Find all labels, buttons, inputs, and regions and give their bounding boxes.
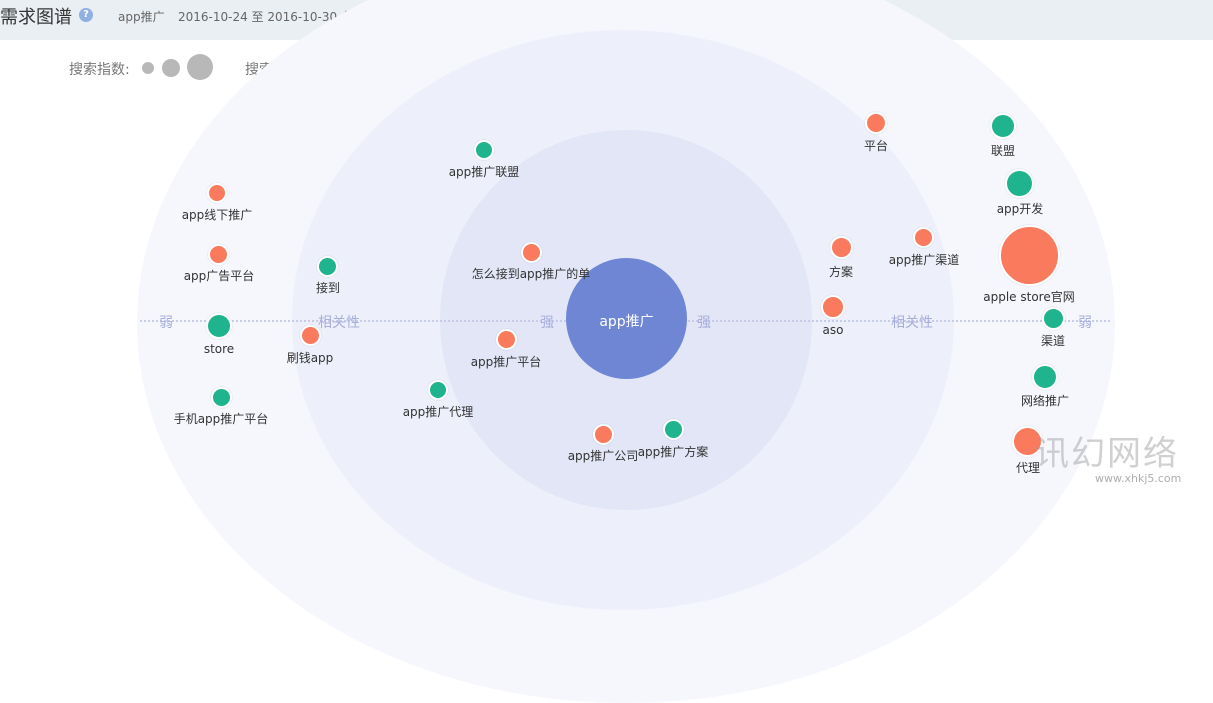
node-label: 怎么接到app推广的单 bbox=[471, 267, 591, 281]
axis-left-weak: 弱 bbox=[159, 315, 173, 331]
center-keyword-label: app推广 bbox=[599, 314, 654, 330]
keyword-label: app推广 bbox=[118, 10, 165, 24]
node-brush-money-app[interactable] bbox=[300, 325, 321, 346]
node-mobile-app-promo-platform[interactable] bbox=[211, 387, 232, 408]
node-app-development[interactable] bbox=[1005, 169, 1034, 198]
watermark-url: www.xhkj5.com bbox=[1095, 472, 1182, 485]
node-label: 联盟 bbox=[990, 144, 1015, 158]
node-label: app推广平台 bbox=[470, 355, 542, 369]
index-large-icon bbox=[187, 54, 213, 80]
node-label: 渠道 bbox=[1040, 334, 1065, 348]
node-app-promo-platform[interactable] bbox=[496, 329, 517, 350]
axis-right-weak: 弱 bbox=[1078, 315, 1092, 331]
node-app-promo-agent[interactable] bbox=[428, 380, 448, 400]
node-aso[interactable] bbox=[821, 295, 845, 319]
node-label: aso bbox=[822, 323, 844, 337]
node-how-to-get-orders[interactable] bbox=[521, 242, 542, 263]
help-icon[interactable]: ? bbox=[79, 8, 93, 22]
watermark-logo: 讯幻网络 bbox=[1035, 434, 1179, 474]
node-label: app推广代理 bbox=[402, 405, 474, 419]
node-label: app推广联盟 bbox=[448, 165, 520, 179]
node-label: 刷钱app bbox=[286, 351, 334, 365]
node-label: app推广方案 bbox=[637, 445, 709, 459]
axis-left-relevance: 相关性 bbox=[318, 315, 360, 331]
node-app-offline-promo[interactable] bbox=[207, 183, 227, 203]
node-apple-store-official[interactable] bbox=[999, 225, 1060, 286]
node-app-promo-alliance[interactable] bbox=[474, 140, 494, 160]
node-app-promo-channel[interactable] bbox=[913, 227, 934, 248]
node-app-promo-company[interactable] bbox=[593, 424, 614, 445]
node-label: app开发 bbox=[996, 202, 1044, 216]
axis-right-strong: 强 bbox=[697, 315, 711, 331]
search-index-legend-label: 搜索指数: bbox=[69, 62, 130, 78]
node-label: 手机app推广平台 bbox=[173, 412, 269, 426]
node-channel[interactable] bbox=[1042, 307, 1065, 330]
date-range[interactable]: 2016-10-24 至 2016-10-30 bbox=[178, 8, 337, 25]
node-label: 网络推广 bbox=[1020, 394, 1069, 408]
node-app-ad-platform[interactable] bbox=[208, 244, 229, 265]
node-label: apple store官网 bbox=[983, 290, 1075, 304]
page-title: 需求图谱 bbox=[0, 7, 72, 28]
node-alliance[interactable] bbox=[990, 113, 1016, 139]
node-online-promo[interactable] bbox=[1032, 364, 1058, 390]
node-receive[interactable] bbox=[317, 256, 338, 277]
node-store[interactable] bbox=[206, 313, 232, 339]
node-platform[interactable] bbox=[865, 112, 887, 134]
node-label: app线下推广 bbox=[181, 208, 253, 222]
node-label: 接到 bbox=[315, 281, 340, 295]
node-label: app推广渠道 bbox=[888, 253, 960, 267]
axis-left-strong: 强 bbox=[540, 315, 554, 331]
index-medium-icon bbox=[162, 59, 180, 77]
index-small-icon bbox=[142, 62, 154, 74]
node-app-promo-plan[interactable] bbox=[663, 419, 684, 440]
